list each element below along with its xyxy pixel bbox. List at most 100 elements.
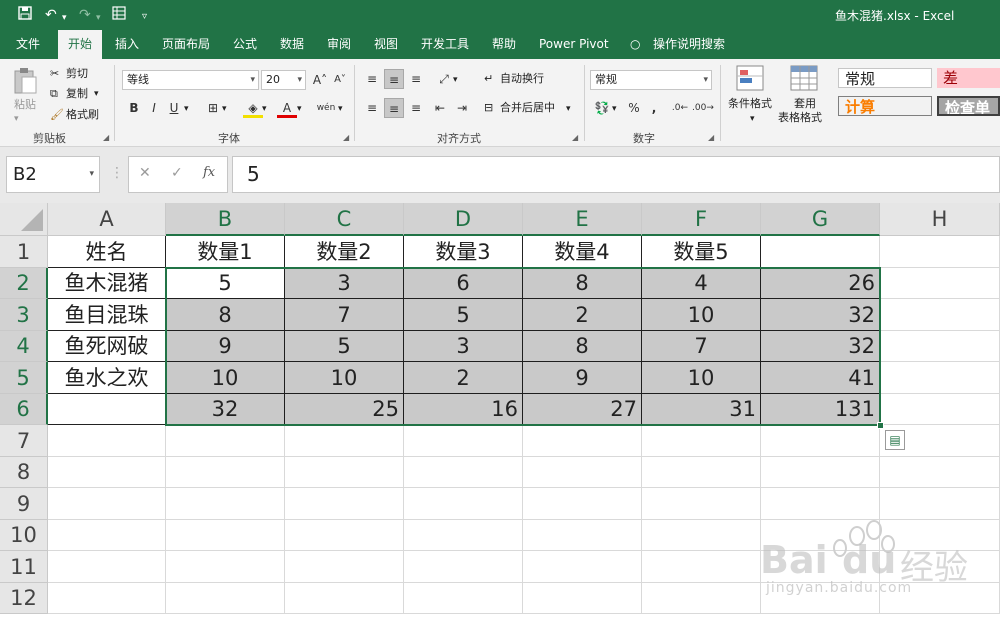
column-header-b[interactable]: B xyxy=(166,203,285,236)
grow-font-button[interactable]: A˄ xyxy=(310,70,330,90)
cell-e2[interactable]: 8 xyxy=(523,268,642,299)
paste-icon[interactable] xyxy=(12,67,38,100)
cell-c10[interactable] xyxy=(285,520,404,551)
percent-button[interactable]: % xyxy=(624,98,644,118)
cell-g7[interactable] xyxy=(761,425,880,457)
cell-h11[interactable] xyxy=(880,551,1000,583)
cell-a9[interactable] xyxy=(48,488,166,520)
cell-h6[interactable] xyxy=(880,394,1000,425)
cell-b9[interactable] xyxy=(166,488,285,520)
tab-insert[interactable]: 插入 xyxy=(115,30,139,59)
enter-icon[interactable]: ✓ xyxy=(171,165,183,181)
customize-quick-access-icon[interactable]: ▿ xyxy=(142,8,147,26)
cell-c11[interactable] xyxy=(285,551,404,583)
align-bottom-icon[interactable]: ≡ xyxy=(406,69,426,89)
decrease-decimal-icon[interactable]: .00→ xyxy=(692,98,714,118)
cell-a12[interactable] xyxy=(48,583,166,614)
number-launcher-icon[interactable]: ◢ xyxy=(708,133,714,142)
cell-c3[interactable]: 7 xyxy=(285,299,404,331)
cell-h1[interactable] xyxy=(880,236,1000,268)
align-center-icon[interactable]: ≡ xyxy=(384,98,404,118)
cell-b7[interactable] xyxy=(166,425,285,457)
tab-power-pivot[interactable]: Power Pivot xyxy=(539,30,609,59)
format-painter-button[interactable]: 格式刷 xyxy=(66,107,99,123)
column-header-c[interactable]: C xyxy=(285,203,404,236)
font-size-combo[interactable]: 20 ▾ xyxy=(261,70,306,90)
row-header-7[interactable]: 7 xyxy=(0,425,48,457)
style-check-cell[interactable]: 检查单 xyxy=(937,96,1000,116)
cell-h2[interactable] xyxy=(880,268,1000,299)
paste-dropdown-icon[interactable]: ▾ xyxy=(14,111,19,127)
column-header-f[interactable]: F xyxy=(642,203,761,236)
fill-color-icon[interactable]: ◈ xyxy=(243,98,263,118)
column-header-e[interactable]: E xyxy=(523,203,642,236)
copy-dropdown-icon[interactable]: ▾ xyxy=(94,86,99,102)
wrap-text-button[interactable]: 自动换行 xyxy=(500,71,544,87)
cell-d12[interactable] xyxy=(404,583,523,614)
borders-dropdown-icon[interactable]: ▾ xyxy=(222,101,227,117)
cell-e6[interactable]: 27 xyxy=(523,394,642,425)
clipboard-launcher-icon[interactable]: ◢ xyxy=(103,133,109,142)
cell-g10[interactable] xyxy=(761,520,880,551)
alignment-launcher-icon[interactable]: ◢ xyxy=(572,133,578,142)
align-left-icon[interactable]: ≡ xyxy=(362,98,382,118)
fill-handle[interactable] xyxy=(877,422,884,429)
cell-g4[interactable]: 32 xyxy=(761,331,880,362)
column-header-a[interactable]: A xyxy=(48,203,166,236)
row-header-10[interactable]: 10 xyxy=(0,520,48,551)
cut-icon[interactable]: ✂ xyxy=(50,66,59,82)
font-color-icon[interactable]: A xyxy=(277,98,297,118)
cell-a2[interactable]: 鱼木混猪 xyxy=(48,268,166,299)
cell-g1[interactable] xyxy=(761,236,880,268)
phonetic-icon[interactable]: wén xyxy=(316,98,336,118)
merge-center-icon[interactable]: ⊟ xyxy=(484,100,493,116)
cancel-icon[interactable]: ✕ xyxy=(139,165,151,181)
row-header-6[interactable]: 6 xyxy=(0,394,48,425)
italic-button[interactable]: I xyxy=(144,98,164,118)
cell-b6[interactable]: 32 xyxy=(166,394,285,425)
cell-e8[interactable] xyxy=(523,457,642,488)
cell-h9[interactable] xyxy=(880,488,1000,520)
cell-f9[interactable] xyxy=(642,488,761,520)
cell-g3[interactable]: 32 xyxy=(761,299,880,331)
cell-h3[interactable] xyxy=(880,299,1000,331)
cell-e7[interactable] xyxy=(523,425,642,457)
cell-g8[interactable] xyxy=(761,457,880,488)
row-header-2[interactable]: 2 xyxy=(0,268,48,299)
cell-a3[interactable]: 鱼目混珠 xyxy=(48,299,166,331)
resize-grip-icon[interactable]: ⋮ xyxy=(110,165,124,181)
format-as-table-label2[interactable]: 表格格式 xyxy=(778,110,822,126)
cell-g6[interactable]: 131 xyxy=(761,394,880,425)
cell-a8[interactable] xyxy=(48,457,166,488)
orientation-dropdown-icon[interactable]: ▾ xyxy=(453,72,458,88)
number-format-combo[interactable]: 常规 ▾ xyxy=(590,70,712,90)
merge-dropdown-icon[interactable]: ▾ xyxy=(566,101,571,117)
comma-button[interactable]: , xyxy=(644,98,664,118)
cell-f11[interactable] xyxy=(642,551,761,583)
cell-a5[interactable]: 鱼水之欢 xyxy=(48,362,166,394)
format-painter-icon[interactable]: 🖌 xyxy=(50,107,64,123)
column-header-h[interactable]: H xyxy=(880,203,1000,236)
cell-d6[interactable]: 16 xyxy=(404,394,523,425)
form-icon[interactable] xyxy=(112,6,126,25)
cell-c4[interactable]: 5 xyxy=(285,331,404,362)
cell-e1[interactable]: 数量4 xyxy=(523,236,642,268)
cell-f8[interactable] xyxy=(642,457,761,488)
cell-g11[interactable] xyxy=(761,551,880,583)
increase-indent-icon[interactable]: ⇥ xyxy=(452,98,472,118)
phonetic-dropdown-icon[interactable]: ▾ xyxy=(338,101,343,117)
conditional-format-icon[interactable] xyxy=(736,65,764,96)
cell-f2[interactable]: 4 xyxy=(642,268,761,299)
row-header-9[interactable]: 9 xyxy=(0,488,48,520)
tab-formulas[interactable]: 公式 xyxy=(233,30,257,59)
cell-h10[interactable] xyxy=(880,520,1000,551)
cell-c12[interactable] xyxy=(285,583,404,614)
cell-b2[interactable]: 5 xyxy=(166,268,285,299)
cell-g2[interactable]: 26 xyxy=(761,268,880,299)
row-header-8[interactable]: 8 xyxy=(0,457,48,488)
cell-c1[interactable]: 数量2 xyxy=(285,236,404,268)
cell-b8[interactable] xyxy=(166,457,285,488)
tab-data[interactable]: 数据 xyxy=(280,30,304,59)
cell-d9[interactable] xyxy=(404,488,523,520)
cell-e12[interactable] xyxy=(523,583,642,614)
